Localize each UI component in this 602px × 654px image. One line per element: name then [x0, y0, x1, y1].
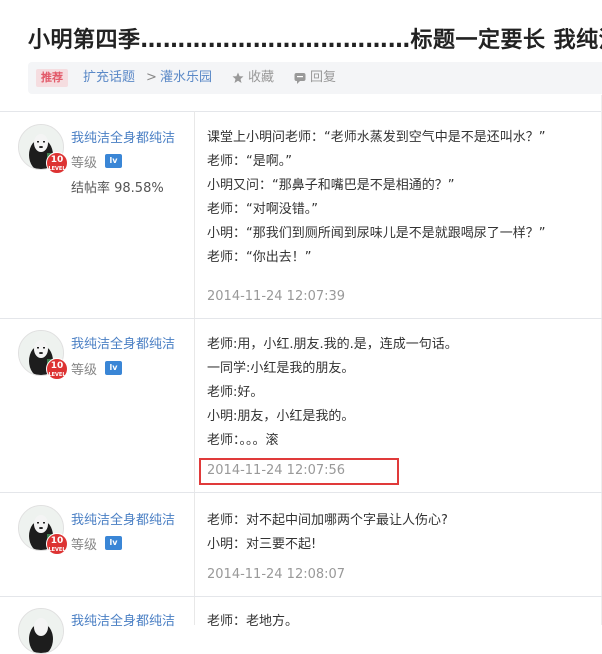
post-text-line: 老师：对不起中间加哪两个字最让人伤心? [207, 513, 448, 528]
reply-button[interactable]: 回复 [294, 69, 336, 87]
completion-rate: 结帖率 98.58% [71, 181, 164, 196]
column-divider [194, 111, 195, 625]
level-badge: 10 LEVEL [46, 358, 68, 380]
divider [0, 318, 602, 319]
favorite-label: 收藏 [248, 70, 275, 85]
recommend-badge: 推荐 [36, 69, 68, 87]
post-text-line: 老师：老地方。 [207, 614, 299, 629]
username-link[interactable]: 我纯洁全身都纯洁 [71, 610, 175, 629]
thread-toolbar: 推荐 扩充话题 > 灌水乐园 收藏 回复 [28, 62, 602, 94]
avatar-image [19, 609, 63, 653]
post-text-line: 老师：“对啊没错。” [207, 202, 318, 217]
grade-icon: lv [105, 536, 122, 550]
highlight-box [199, 458, 399, 485]
post-timestamp: 2014-11-24 12:08:07 [207, 567, 346, 582]
avatar[interactable] [18, 608, 64, 654]
level-badge: 10 LEVEL [46, 152, 68, 174]
grade-icon: lv [105, 154, 122, 168]
grade-icon: lv [105, 361, 122, 375]
post-text-line: 老师:用，小红.朋友.我的.是，连成一句话。 [207, 337, 458, 352]
breadcrumb-separator: > [146, 70, 157, 85]
divider [0, 596, 602, 597]
reply-label: 回复 [310, 70, 337, 85]
grade-label: 等级 [71, 363, 98, 378]
username-link[interactable]: 我纯洁全身都纯洁 [71, 127, 175, 146]
username-link[interactable]: 我纯洁全身都纯洁 [71, 333, 175, 352]
post-timestamp: 2014-11-24 12:07:39 [207, 289, 346, 304]
breadcrumb-forum[interactable]: 灌水乐园 [160, 69, 212, 87]
post-text-line: 老师:好。 [207, 385, 264, 400]
post-text-line: 老师：“你出去！” [207, 250, 312, 265]
thread-title: 小明第四季………………………………标题一定要长 我纯洁 [28, 28, 602, 53]
comment-icon [294, 72, 306, 84]
username-link[interactable]: 我纯洁全身都纯洁 [71, 509, 175, 528]
level-badge: 10 LEVEL [46, 533, 68, 555]
grade-label: 等级 [71, 538, 98, 553]
breadcrumb-category[interactable]: 扩充话题 [83, 69, 135, 87]
post-text-line: 课堂上小明问老师：“老师水蒸发到空气中是不是还叫水？” [207, 130, 546, 145]
divider [0, 111, 602, 112]
divider [0, 492, 602, 493]
post-text-line: 小明：对三要不起! [207, 537, 317, 552]
grade-label: 等级 [71, 156, 98, 171]
post-text-line: 一同学:小红是我的朋友。 [207, 361, 355, 376]
post-text-line: 小明:朋友，小红是我的。 [207, 409, 355, 424]
star-icon [232, 72, 244, 83]
post-text-line: 小明：“那我们到厕所闻到尿味儿是不是就跟喝尿了一样？” [207, 226, 546, 241]
post-text-line: 老师：“是啊。” [207, 154, 292, 169]
favorite-button[interactable]: 收藏 [232, 69, 274, 87]
post-text-line: 老师：。。。滚 [207, 433, 279, 448]
post-text-line: 小明又问：“那鼻子和嘴巴是不是相通的？” [207, 178, 455, 193]
